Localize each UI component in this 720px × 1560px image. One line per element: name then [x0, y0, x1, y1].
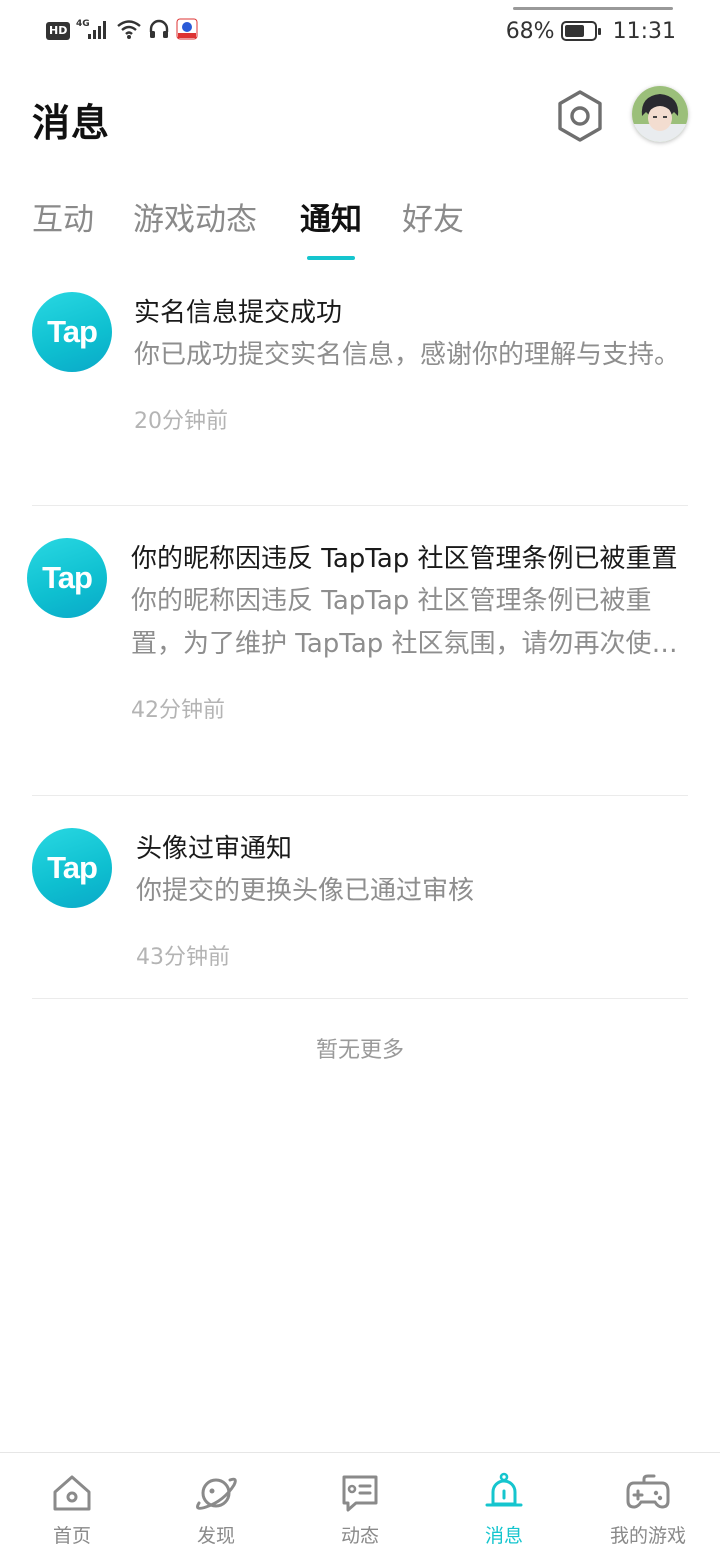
chat-icon: [338, 1471, 382, 1515]
nav-messages[interactable]: 消息: [432, 1453, 576, 1560]
status-bar-indicator: [513, 7, 673, 10]
home-icon: [50, 1471, 94, 1515]
nav-my-games[interactable]: 我的游戏: [576, 1453, 720, 1560]
cellular-signal-icon: 4G: [76, 17, 110, 45]
settings-button[interactable]: [554, 90, 606, 146]
nav-label: 我的游戏: [609, 1525, 686, 1547]
settings-hexagon-icon: [555, 89, 605, 147]
nav-discover[interactable]: 发现: [144, 1453, 288, 1560]
nav-feed[interactable]: 动态: [288, 1453, 432, 1560]
tab-notifications[interactable]: 通知: [300, 194, 362, 239]
status-left: HD 4G: [46, 18, 198, 44]
nav-label: 首页: [52, 1525, 91, 1547]
notice-title: 实名信息提交成功: [134, 298, 343, 328]
nav-home[interactable]: 首页: [0, 1453, 144, 1560]
notice-body: 实名信息提交成功 你已成功提交实名信息，感谢你的理解与支持。 20分钟前: [134, 292, 688, 435]
planet-icon: [194, 1471, 238, 1515]
page-title: 消息: [32, 101, 111, 145]
notice-title: 头像过审通知: [136, 834, 293, 864]
bottom-nav: 首页 发现 动态 消息 我的游戏: [0, 1452, 720, 1560]
message-tabs: 互动 游戏动态 通知 好友: [0, 186, 720, 266]
status-bar: HD 4G 68% 11:31: [0, 0, 720, 62]
logo-text: Tap: [42, 560, 93, 595]
hd-badge: HD: [46, 22, 71, 40]
tab-interaction[interactable]: 互动: [32, 194, 94, 239]
notice-text: 你已成功提交实名信息，感谢你的理解与支持。: [134, 340, 681, 370]
bell-icon: [482, 1471, 526, 1515]
list-item[interactable]: Tap 你的昵称因违反 TapTap 社区管理条例已被重置 你的昵称因违反 Ta…: [27, 506, 688, 796]
active-tab-indicator: [307, 256, 355, 260]
list-item[interactable]: Tap 实名信息提交成功 你已成功提交实名信息，感谢你的理解与支持。 20分钟前: [32, 280, 688, 506]
nav-label: 发现: [196, 1525, 235, 1547]
wifi-icon: [116, 18, 142, 44]
status-right: 68% 11:31: [506, 16, 676, 46]
notice-body: 你的昵称因违反 TapTap 社区管理条例已被重置 你的昵称因违反 TapTap…: [131, 538, 688, 724]
notice-text: 你的昵称因违反 TapTap 社区管理条例已被重置，为了维护 TapTap 社区…: [131, 586, 678, 659]
battery-fill: [564, 25, 584, 37]
notice-time: 43分钟前: [136, 945, 230, 970]
logo-text: Tap: [47, 850, 98, 885]
clock: 11:31: [612, 18, 676, 44]
logo-text: Tap: [47, 314, 98, 349]
list-item[interactable]: Tap 头像过审通知 你提交的更换头像已通过审核 43分钟前: [32, 796, 688, 999]
headphones-icon: [148, 18, 170, 44]
notice-body: 头像过审通知 你提交的更换头像已通过审核 43分钟前: [136, 828, 688, 971]
avatar[interactable]: [632, 86, 688, 142]
battery-icon: [560, 21, 601, 41]
network-type-text: 4G: [76, 19, 90, 29]
taptap-logo-icon: Tap: [32, 292, 112, 372]
tab-friends[interactable]: 好友: [402, 194, 464, 239]
list-end-text: 暂无更多: [315, 1038, 404, 1063]
notice-time: 42分钟前: [131, 698, 225, 723]
notice-time: 20分钟前: [134, 409, 228, 434]
taptap-logo-icon: Tap: [27, 538, 107, 618]
taptap-logo-icon: Tap: [32, 828, 112, 908]
app-notification-icon: [176, 18, 198, 44]
tab-game-updates[interactable]: 游戏动态: [133, 194, 257, 239]
notice-title: 你的昵称因违反 TapTap 社区管理条例已被重置: [131, 544, 678, 574]
battery-percent: 68%: [505, 18, 555, 44]
nav-label: 动态: [340, 1525, 379, 1547]
notice-text: 你提交的更换头像已通过审核: [136, 876, 475, 906]
gamepad-icon: [626, 1471, 670, 1515]
header: 消息: [0, 62, 720, 172]
nav-label: 消息: [484, 1525, 523, 1547]
